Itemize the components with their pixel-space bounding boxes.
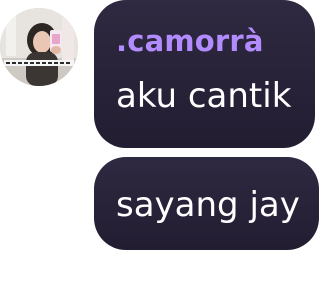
message-text: aku cantik: [116, 76, 292, 116]
message-bubble[interactable]: .camorrà aku cantik: [94, 0, 315, 148]
avatar-photo-icon: [0, 8, 78, 86]
message-bubble[interactable]: sayang jay: [94, 157, 319, 250]
chat-thread: .camorrà aku cantik sayang jay: [0, 0, 320, 307]
message-text: sayang jay: [116, 185, 300, 225]
avatar[interactable]: [0, 8, 78, 86]
sender-name[interactable]: .camorrà: [116, 24, 264, 58]
